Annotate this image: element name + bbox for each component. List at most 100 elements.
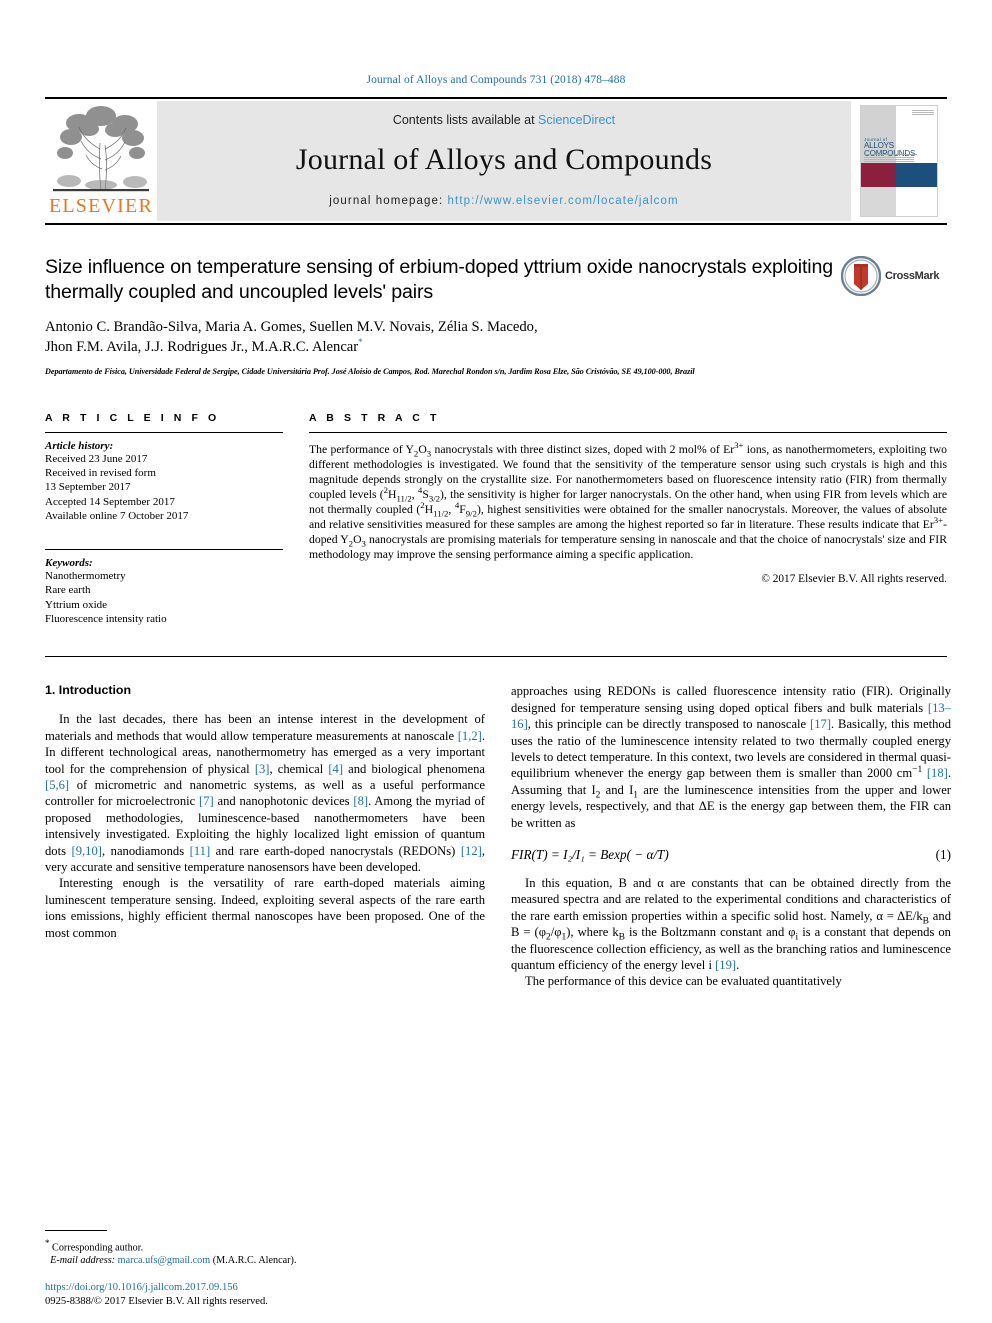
par-frag: ), where k: [566, 925, 619, 940]
paragraph: In this equation, B and α are constants …: [511, 875, 951, 973]
article-info-heading: A R T I C L E I N F O: [45, 411, 220, 424]
history-item: Received 23 June 2017: [45, 452, 148, 465]
journal-masthead: ELSEVIER Contents lists available at Sci…: [45, 97, 947, 225]
crossmark-icon: [841, 256, 881, 296]
keywords-block: Keywords: Nanothermometry Rare earth Ytt…: [45, 549, 283, 626]
abstract-heading: A B S T R A C T: [309, 411, 440, 424]
citation-ref[interactable]: [9,10]: [72, 844, 102, 858]
authors-line-1: Antonio C. Brandão-Silva, Maria A. Gomes…: [45, 319, 538, 336]
body-divider: [45, 656, 947, 658]
abstract-copyright: © 2017 Elsevier B.V. All rights reserved…: [761, 573, 947, 586]
citation-ref[interactable]: [17]: [810, 717, 831, 731]
email-suffix: (M.A.R.C. Alencar).: [210, 1255, 297, 1266]
abstract-sub: 11/2: [396, 493, 412, 504]
abstract-frag: H: [424, 503, 434, 516]
elsevier-logo: ELSEVIER: [45, 99, 157, 223]
body-column-right: approaches using REDONs is called fluore…: [511, 683, 951, 990]
paragraph: approaches using REDONs is called fluore…: [511, 683, 951, 831]
abstract-sub: 9/2: [465, 508, 477, 519]
elsevier-tree-icon: [49, 103, 153, 199]
equation-1: FIR(T) = I₂/I₁ = Bexp( − α/T) (1): [511, 847, 951, 863]
par-frag: , chemical: [269, 761, 329, 776]
corresponding-author-note: * Corresponding author.: [45, 1237, 485, 1254]
body-column-left: 1. Introduction In the last decades, the…: [45, 683, 485, 990]
abstract-frag: nanocrystals are promising materials for…: [309, 533, 947, 562]
authors-line-2: Jhon F.M. Avila, J.J. Rodrigues Jr., M.A…: [45, 338, 359, 355]
affiliation: Departamento de Física, Universidade Fed…: [45, 367, 695, 377]
crossmark-badge[interactable]: CrossMark: [841, 255, 945, 297]
par-sup: −1: [912, 765, 923, 776]
par-frag: and rare earth-doped nanocrystals (REDON…: [210, 843, 461, 858]
citation-ref[interactable]: [18]: [927, 766, 948, 780]
par-frag: approaches using REDONs is called fluore…: [511, 684, 951, 715]
par-frag: , this principle can be directly transpo…: [527, 717, 811, 732]
citation-ref[interactable]: [12]: [461, 844, 482, 858]
homepage-url-link[interactable]: http://www.elsevier.com/locate/jalcom: [448, 195, 679, 207]
doi-footer: https://doi.org/10.1016/j.jallcom.2017.0…: [45, 1281, 505, 1309]
history-item: 13 September 2017: [45, 481, 131, 494]
corresponding-author-marker: *: [358, 336, 363, 347]
journal-title: Journal of Alloys and Compounds: [295, 143, 713, 176]
citation-ref[interactable]: [4]: [328, 762, 343, 776]
doi-link[interactable]: https://doi.org/10.1016/j.jallcom.2017.0…: [45, 1281, 505, 1295]
abstract-frag: The performance of Y: [309, 442, 414, 456]
par-frag: and nanophotonic devices: [213, 794, 354, 809]
cover-text-lines: [864, 156, 915, 164]
citation-ref[interactable]: [1,2]: [458, 729, 482, 743]
cover-image: Journal of ALLOYS COMPOUNDS: [860, 105, 938, 217]
abstract-sup: 3+: [933, 515, 944, 526]
par-frag: and I: [600, 782, 634, 797]
contents-prefix: Contents lists available at: [392, 113, 539, 127]
elsevier-wordmark: ELSEVIER: [48, 195, 154, 217]
masthead-center: Contents lists available at ScienceDirec…: [157, 101, 851, 221]
issn-copyright: 0925-8388/© 2017 Elsevier B.V. All right…: [45, 1296, 268, 1307]
footnote-rule: [45, 1229, 107, 1231]
citation-ref[interactable]: [3]: [255, 762, 270, 776]
info-abstract-region: A R T I C L E I N F O Article history: R…: [45, 412, 947, 627]
section-heading-introduction: 1. Introduction: [45, 683, 132, 698]
title-block: Size influence on temperature sensing of…: [45, 255, 947, 378]
article-history-label: Article history:: [45, 439, 114, 452]
par-frag: /φ: [550, 925, 562, 940]
abstract-sub: 3/2: [428, 493, 441, 504]
email-note: E-mail address: marca.ufs@gmail.com (M.A…: [45, 1254, 485, 1267]
cover-title: Journal of ALLOYS COMPOUNDS: [864, 137, 934, 158]
par-frag: In the last decades, there has been an i…: [45, 712, 485, 743]
article-info-rule: [45, 431, 283, 433]
abstract-rule: [309, 431, 947, 433]
citation-ref[interactable]: [5,6]: [45, 778, 69, 792]
abstract-frag: O: [418, 442, 427, 456]
abstract-frag: nanocrystals with three distinct sizes, …: [431, 442, 735, 456]
paragraph: Interesting enough is the versatility of…: [45, 876, 485, 940]
page-title: Size influence on temperature sensing of…: [45, 256, 833, 303]
par-frag: In this equation, B and α are constants …: [511, 875, 951, 923]
citation-ref[interactable]: [7]: [199, 794, 214, 808]
keyword-item: Nanothermometry: [45, 570, 126, 583]
abstract-frag: O: [353, 533, 362, 547]
abstract-sub: 11/2: [433, 508, 449, 519]
contents-available-line: Contents lists available at ScienceDirec…: [393, 113, 615, 127]
equation-number: (1): [935, 846, 951, 862]
crossmark-label: CrossMark: [885, 270, 940, 282]
history-item: Received in revised form: [45, 466, 156, 479]
paper-page: Journal of Alloys and Compounds 731 (201…: [0, 0, 992, 1323]
email-link[interactable]: marca.ufs@gmail.com: [118, 1255, 211, 1266]
citation-ref[interactable]: [11]: [190, 844, 211, 858]
abstract-text: The performance of Y2O3 nanocrystals wit…: [309, 440, 947, 563]
paragraph: The performance of this device can be ev…: [525, 974, 842, 989]
citation-ref[interactable]: [19]: [715, 958, 736, 972]
history-item: Accepted 14 September 2017: [45, 495, 175, 508]
par-frag: , nanodiamonds: [101, 843, 190, 858]
corresponding-author-label: Corresponding author.: [49, 1242, 144, 1253]
par-frag: and biological phenomena: [343, 761, 485, 776]
equation-expression: FIR(T) = I₂/I₁ = Bexp( − α/T): [511, 846, 669, 862]
keyword-item: Rare earth: [45, 584, 91, 597]
journal-cover-thumbnail: Journal of ALLOYS COMPOUNDS: [851, 99, 947, 223]
sciencedirect-link[interactable]: ScienceDirect: [538, 113, 615, 127]
history-item: Available online 7 October 2017: [45, 509, 189, 522]
article-info-column: A R T I C L E I N F O Article history: R…: [45, 412, 283, 627]
par-frag: .: [736, 957, 740, 972]
citation-ref[interactable]: [8]: [353, 794, 368, 808]
body-columns: 1. Introduction In the last decades, the…: [45, 683, 951, 990]
footnote-area: * Corresponding author. E-mail address: …: [45, 1229, 485, 1267]
